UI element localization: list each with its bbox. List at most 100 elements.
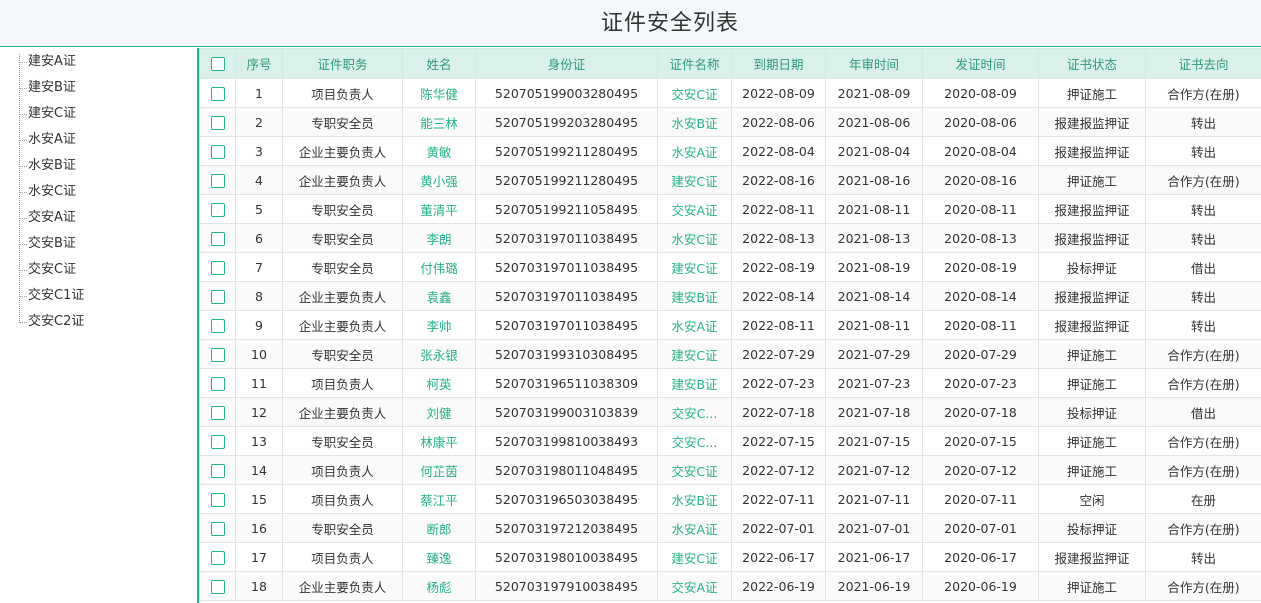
- row-certificate-name[interactable]: 建安C证: [657, 252, 732, 282]
- column-header-certificate-name[interactable]: 证件名称: [657, 48, 732, 79]
- row-certificate-name[interactable]: 建安B证: [657, 368, 732, 398]
- select-all-checkbox[interactable]: [210, 57, 225, 72]
- tree-item-jiaoan-c1[interactable]: 交安C1证: [19, 283, 189, 309]
- row-certificate-name[interactable]: 交安C证: [657, 455, 732, 485]
- row-name[interactable]: 张永银: [402, 339, 476, 369]
- row-checkbox[interactable]: [210, 289, 225, 304]
- row-name[interactable]: 黄敏: [402, 136, 476, 166]
- row-name[interactable]: 李帅: [402, 310, 476, 340]
- table-row[interactable]: 7 专职安全员 付伟璐 520703197011038495 建安C证 2022-08-1…: [199, 252, 1261, 282]
- row-name[interactable]: 柯英: [402, 368, 476, 398]
- row-checkbox[interactable]: [210, 434, 225, 449]
- tree-item-jiaoan-a[interactable]: 交安A证: [19, 205, 189, 231]
- column-header-review-date[interactable]: 年审时间: [825, 48, 923, 79]
- table-row[interactable]: 9 企业主要负责人 李帅 520703197011038495 水安A证 2022-08-…: [199, 310, 1261, 340]
- tree-item-jiaoan-c2[interactable]: 交安C2证: [19, 309, 189, 335]
- table-row[interactable]: 16 专职安全员 断郎 520703197212038495 水安A证 2022-07-0…: [199, 513, 1261, 543]
- row-certificate-name[interactable]: 交安C...: [657, 397, 732, 427]
- table-row[interactable]: 6 专职安全员 李朗 520703197011038495 水安C证 2022-08-13…: [199, 223, 1261, 253]
- row-name[interactable]: 能三林: [402, 107, 476, 137]
- tree-item-jiaoan-c[interactable]: 交安C证: [19, 257, 189, 283]
- tree-item-jianan-a[interactable]: 建安A证: [19, 49, 189, 75]
- row-certificate-name[interactable]: 交安C证: [657, 78, 732, 108]
- row-checkbox[interactable]: [210, 405, 225, 420]
- table-row[interactable]: 15 项目负责人 蔡江平 520703196503038495 水安B证 2022-07-…: [199, 484, 1261, 514]
- row-checkbox[interactable]: [210, 318, 225, 333]
- row-certificate-name[interactable]: 交安A证: [657, 194, 732, 224]
- column-header-id-number[interactable]: 身份证: [475, 48, 658, 79]
- column-header-issue-date[interactable]: 发证时间: [922, 48, 1039, 79]
- tree-item-shuian-a[interactable]: 水安A证: [19, 127, 189, 153]
- row-certificate-name[interactable]: 水安A证: [657, 513, 732, 543]
- row-certificate-name[interactable]: 交安C...: [657, 426, 732, 456]
- row-checkbox[interactable]: [210, 463, 225, 478]
- column-header-expiry-date[interactable]: 到期日期: [731, 48, 826, 79]
- tree-item-jiaoan-b[interactable]: 交安B证: [19, 231, 189, 257]
- row-name[interactable]: 黄小强: [402, 165, 476, 195]
- table-row[interactable]: 8 企业主要负责人 袁鑫 520703197011038495 建安B证 2022-08-…: [199, 281, 1261, 311]
- row-checkbox[interactable]: [210, 115, 225, 130]
- row-name[interactable]: 陈华健: [402, 78, 476, 108]
- column-header-status[interactable]: 证书状态: [1038, 48, 1146, 79]
- table-row[interactable]: 13 专职安全员 林康平 520703199810038493 交安C... 2022-0…: [199, 426, 1261, 456]
- row-checkbox[interactable]: [210, 579, 225, 594]
- table-row[interactable]: 18 企业主要负责人 杨彪 520703197910038495 交安A证 2022-06…: [199, 571, 1261, 601]
- row-certificate-name[interactable]: 水安A证: [657, 310, 732, 340]
- row-checkbox[interactable]: [210, 86, 225, 101]
- row-name[interactable]: 付伟璐: [402, 252, 476, 282]
- row-name[interactable]: 林康平: [402, 426, 476, 456]
- row-checkbox[interactable]: [210, 521, 225, 536]
- tree-item-jianan-b[interactable]: 建安B证: [19, 75, 189, 101]
- tree-connector: [19, 192, 27, 193]
- table-row[interactable]: 5 专职安全员 董清平 520705199211058495 交安A证 2022-08-1…: [199, 194, 1261, 224]
- row-name[interactable]: 断郎: [402, 513, 476, 543]
- row-checkbox[interactable]: [210, 376, 225, 391]
- table-row[interactable]: 14 项目负责人 何芷茵 520703198011048495 交安C证 2022-07-…: [199, 455, 1261, 485]
- row-checkbox[interactable]: [210, 173, 225, 188]
- table-row[interactable]: 10 专职安全员 张永银 520703199310308495 建安C证 2022-07-…: [199, 339, 1261, 369]
- row-index: 10: [235, 339, 283, 369]
- row-name[interactable]: 杨彪: [402, 571, 476, 601]
- table-row[interactable]: 1 项目负责人 陈华健 520705199003280495 交安C证 2022-08-0…: [199, 78, 1261, 108]
- row-certificate-name[interactable]: 建安C证: [657, 339, 732, 369]
- table-row[interactable]: 17 项目负责人 臻逸 520703198010038495 建安C证 2022-06-1…: [199, 542, 1261, 572]
- row-certificate-name[interactable]: 水安B证: [657, 107, 732, 137]
- row-name[interactable]: 何芷茵: [402, 455, 476, 485]
- row-checkbox[interactable]: [210, 144, 225, 159]
- column-header-position[interactable]: 证件职务: [282, 48, 403, 79]
- tree-connector: [19, 296, 27, 297]
- row-certificate-name[interactable]: 水安C证: [657, 223, 732, 253]
- row-name[interactable]: 蔡江平: [402, 484, 476, 514]
- row-id-number: 520703197910038495: [475, 571, 658, 601]
- table-row[interactable]: 4 企业主要负责人 黄小强 520705199211280495 建安C证 2022-08…: [199, 165, 1261, 195]
- row-checkbox[interactable]: [210, 347, 225, 362]
- row-name[interactable]: 臻逸: [402, 542, 476, 572]
- tree-item-shuian-c[interactable]: 水安C证: [19, 179, 189, 205]
- row-checkbox[interactable]: [210, 550, 225, 565]
- row-checkbox[interactable]: [210, 202, 225, 217]
- table-row[interactable]: 3 企业主要负责人 黄敏 520705199211280495 水安A证 2022-08-…: [199, 136, 1261, 166]
- row-name[interactable]: 李朗: [402, 223, 476, 253]
- row-select-cell: [199, 194, 236, 224]
- row-position: 专职安全员: [282, 194, 403, 224]
- row-name[interactable]: 董清平: [402, 194, 476, 224]
- column-header-index[interactable]: 序号: [235, 48, 283, 79]
- table-row[interactable]: 2 专职安全员 能三林 520705199203280495 水安B证 2022-08-0…: [199, 107, 1261, 137]
- table-row[interactable]: 11 项目负责人 柯英 520703196511038309 建安B证 2022-07-2…: [199, 368, 1261, 398]
- row-certificate-name[interactable]: 交安A证: [657, 571, 732, 601]
- column-header-name[interactable]: 姓名: [402, 48, 476, 79]
- row-certificate-name[interactable]: 水安A证: [657, 136, 732, 166]
- table-row[interactable]: 12 企业主要负责人 刘健 520703199003103839 交安C... 2022-…: [199, 397, 1261, 427]
- tree-item-shuian-b[interactable]: 水安B证: [19, 153, 189, 179]
- tree-item-jianan-c[interactable]: 建安C证: [19, 101, 189, 127]
- row-certificate-name[interactable]: 建安B证: [657, 281, 732, 311]
- row-certificate-name[interactable]: 水安B证: [657, 484, 732, 514]
- row-name[interactable]: 袁鑫: [402, 281, 476, 311]
- row-checkbox[interactable]: [210, 260, 225, 275]
- row-checkbox[interactable]: [210, 231, 225, 246]
- row-certificate-name[interactable]: 建安C证: [657, 542, 732, 572]
- row-certificate-name[interactable]: 建安C证: [657, 165, 732, 195]
- row-name[interactable]: 刘健: [402, 397, 476, 427]
- column-header-destination[interactable]: 证书去向: [1145, 48, 1261, 79]
- row-checkbox[interactable]: [210, 492, 225, 507]
